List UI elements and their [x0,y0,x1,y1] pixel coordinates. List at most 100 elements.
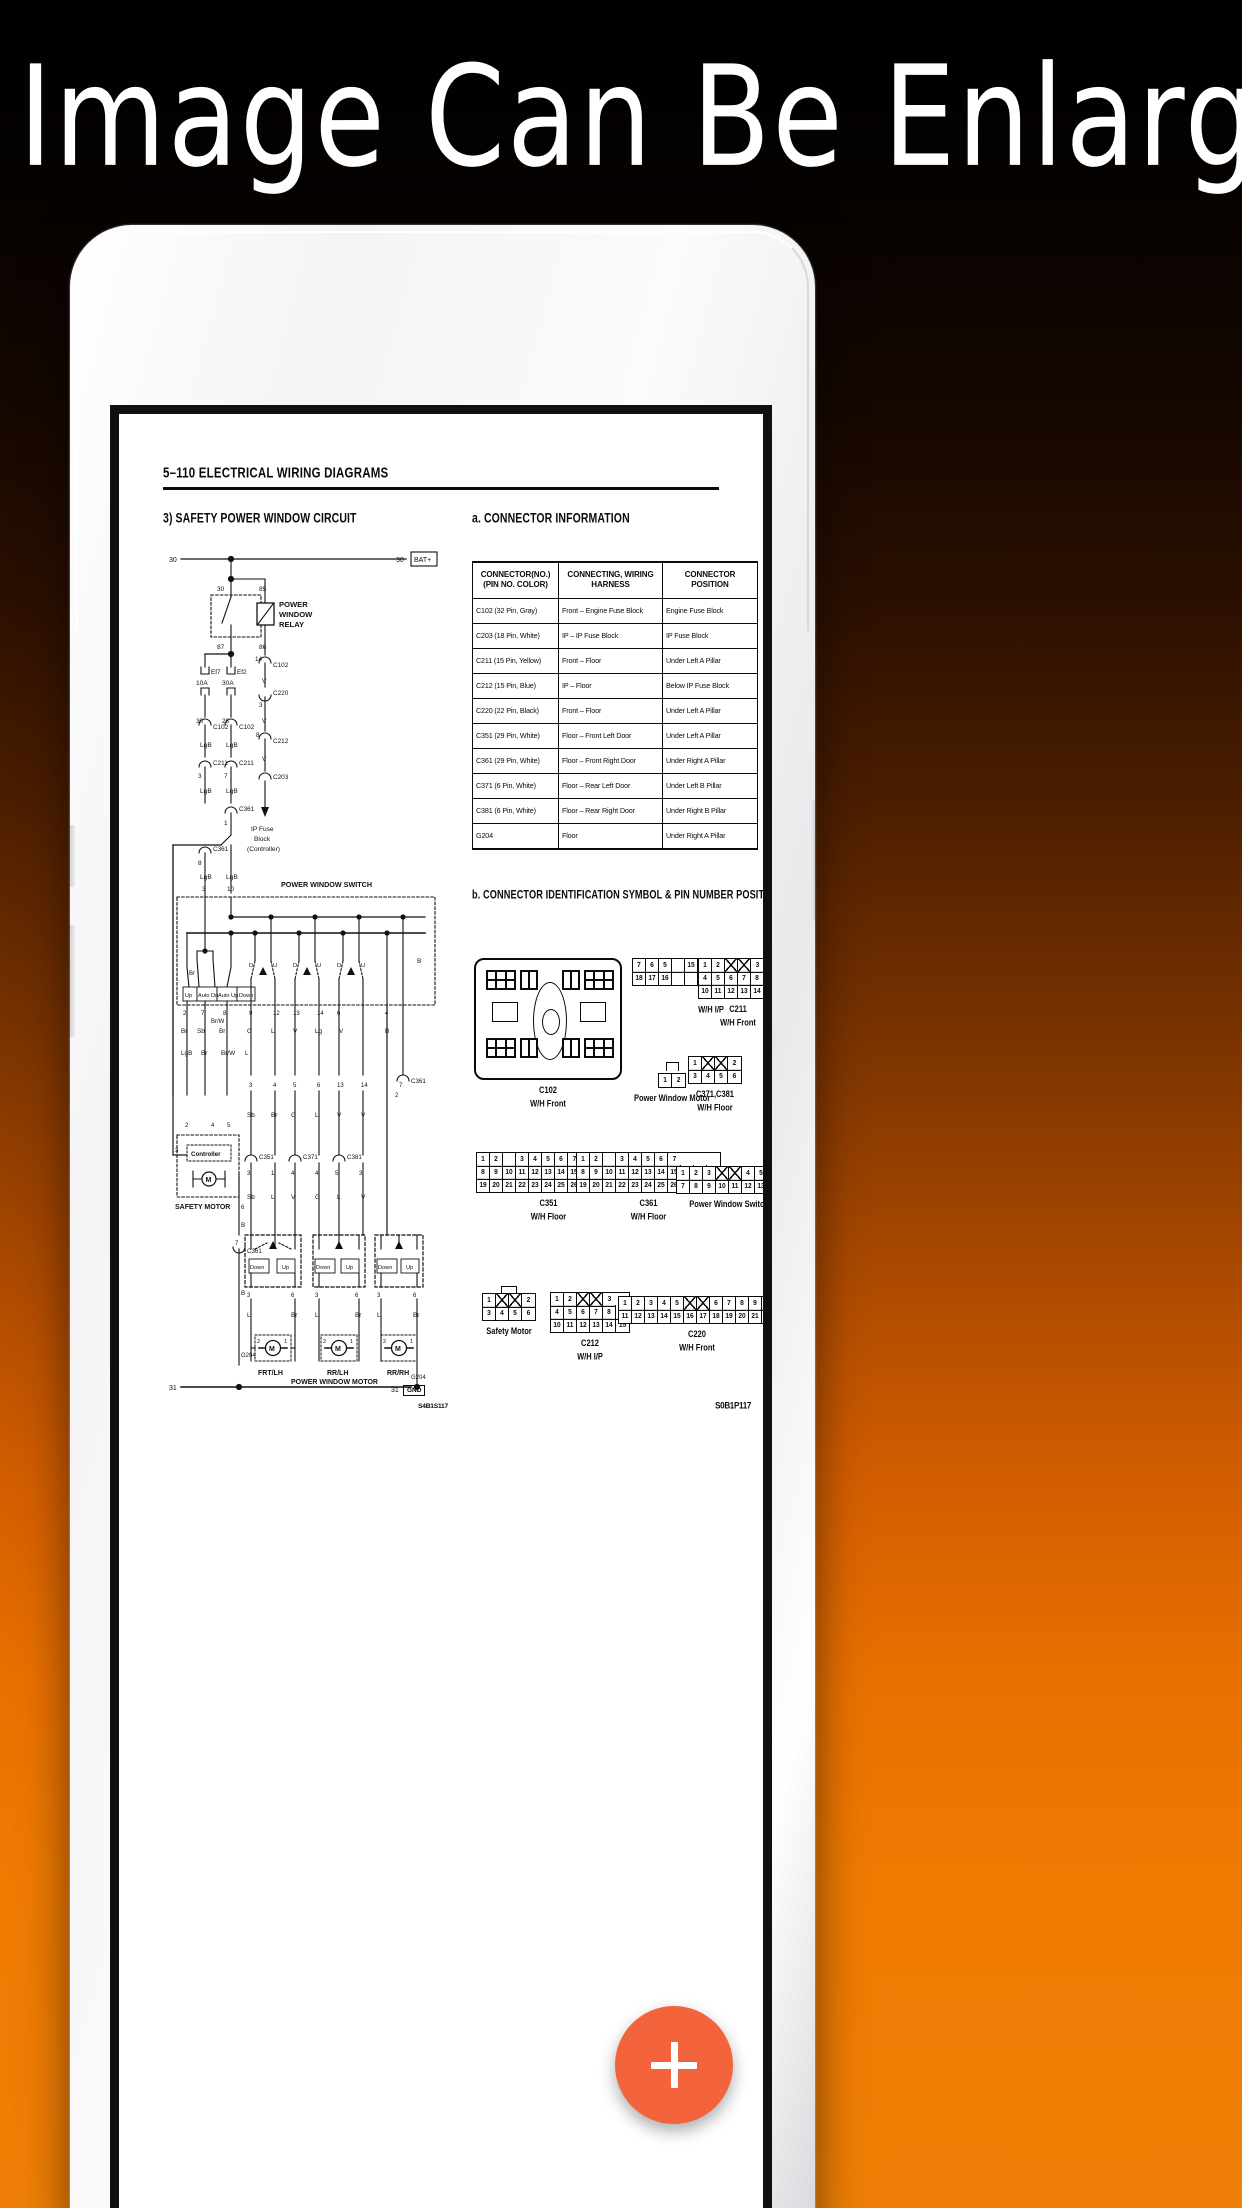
pin-cell: 5 [715,1068,728,1084]
connector-information-table[interactable]: CONNECTOR(NO.) (PIN NO. COLOR) CONNECTIN… [472,560,758,850]
svg-text:M: M [269,1346,275,1353]
connector-symbol-area[interactable]: C102 W/H Front 7651514131243211817161110… [472,944,763,1414]
table-row: C102 (32 Pin, Gray) Front – Engine Fuse B… [472,598,758,625]
svg-text:13: 13 [293,1011,300,1017]
connector-symbol-c102[interactable]: C102 W/H Front [474,957,622,1109]
svg-text:POWER WINDOW MOTOR: POWER WINDOW MOTOR [291,1379,378,1386]
c371c381-harness: W/H Floor [697,1101,733,1113]
svg-text:14: 14 [255,656,263,663]
svg-text:C220: C220 [273,690,289,697]
document-page[interactable]: 5–110 ELECTRICAL WIRING DIAGRAMS 3) SAFE… [119,414,763,2208]
power-button[interactable] [810,800,815,920]
harness-cell: Front – Floor [558,698,663,725]
c102-harness: W/H Front [530,1097,566,1109]
svg-text:Down: Down [316,1265,330,1271]
svg-text:Down: Down [378,1265,392,1271]
svg-text:Block: Block [254,836,271,843]
svg-text:87: 87 [217,644,225,651]
svg-text:Br: Br [201,1050,208,1057]
svg-text:Br/W: Br/W [211,1019,225,1025]
svg-text:RR/RH: RR/RH [387,1370,409,1377]
svg-text:M: M [206,1177,212,1184]
connector-cell: C211 (15 Pin, Yellow) [472,648,559,675]
c102-pin-cluster [520,969,538,990]
svg-text:RR/LH: RR/LH [327,1370,348,1377]
pin-cell: 9 [763,971,772,986]
svg-text:2: 2 [383,1339,386,1345]
pin-cell: 25 [655,1177,668,1193]
volume-up-button[interactable] [70,825,75,887]
svg-text:6: 6 [317,1083,321,1089]
pin-row: 101112131415 [699,983,763,999]
svg-text:V: V [262,756,267,763]
position-cell: Under Left B Pillar [662,773,758,800]
svg-text:Auto Dn: Auto Dn [198,993,218,999]
svg-text:V: V [339,1028,344,1035]
connector-symbol-c211[interactable]: 123456789101112131415 C211 W/H Front [698,957,772,1027]
svg-text:D: D [337,963,341,969]
svg-text:1: 1 [350,1339,353,1345]
harness-cell: IP – Floor [558,673,663,700]
svg-text:3: 3 [359,1171,363,1177]
c102-pin-cluster [486,969,516,990]
svg-text:7: 7 [224,773,228,780]
table-row: C211 (15 Pin, Yellow) Front – Floor Under … [472,648,758,675]
c102-relay-slot [580,1001,606,1022]
pin-cell: 9 [764,971,772,986]
svg-text:Up: Up [282,1265,289,1271]
connector-symbol-c371-c381[interactable]: 123456 C371,C381 W/H Floor [688,1055,742,1113]
harness-cell: IP – IP Fuse Block [558,623,663,650]
pin-cell: 9 [703,1178,716,1194]
svg-text:L: L [247,1312,251,1319]
connector-cell: C220 (22 Pin, Black) [472,698,559,725]
svg-text:Br: Br [271,1112,278,1119]
table-row: C381 (6 Pin, White) Floor – Rear Right Do… [472,798,758,825]
position-cell: Under Left A Pillar [662,723,758,750]
svg-text:Br: Br [413,1312,420,1319]
svg-text:L: L [377,1312,381,1319]
svg-text:V: V [291,1194,296,1201]
pin-cell: 2 [676,1076,681,1085]
svg-text:85: 85 [259,586,267,593]
pin-cell: 1 [659,1073,673,1088]
svg-text:7: 7 [399,1083,403,1089]
pin-cell: 3 [689,1068,702,1084]
pin-cell: 20 [590,1177,603,1193]
svg-text:U: U [361,963,365,969]
pin-cell: 6 [732,1072,737,1081]
svg-text:C361: C361 [239,806,255,813]
pin-cell: 20 [736,1308,749,1324]
svg-text:8: 8 [198,860,202,867]
svg-text:6: 6 [241,1205,245,1211]
svg-text:3: 3 [315,1293,319,1299]
page-footer-code: S0B1P117 [715,1399,751,1411]
c102-name: C102 [539,1083,557,1095]
table-row: C361 (29 Pin, White) Floor – Front Right … [472,748,758,775]
pin-cell: 13 [755,1179,763,1194]
safety-power-window-schematic[interactable]: 30 30 BAT+ 30 85 87 86 POWER WINDOW RELA… [163,535,448,1395]
svg-text:31: 31 [169,1385,177,1392]
harness-cell: Floor – Rear Left Door [558,773,663,800]
svg-text:L: L [337,1194,341,1201]
c371c381-pin-grid: 123456 [688,1055,742,1084]
svg-text:1: 1 [271,1171,275,1177]
svg-text:LgB: LgB [226,742,238,749]
pin-cell: 5 [509,1306,522,1321]
c102-relay-slot [492,1001,518,1022]
pin-cell: 22 [616,1177,629,1193]
connector-symbol-safety-motor[interactable]: 123456 Safety Motor [482,1285,536,1336]
pin-cell: 22 [762,1309,763,1324]
svg-text:Auto Up: Auto Up [218,993,238,999]
svg-text:8: 8 [256,732,260,739]
svg-text:Ef2: Ef2 [237,669,247,676]
svg-text:L: L [245,1050,249,1057]
pin-cell: 20 [490,1177,503,1193]
svg-text:LgB: LgB [226,788,238,795]
connector-symbol-power-window-switch[interactable]: 12345678910111213 14 Power Window Switch [676,1165,763,1209]
svg-text:B: B [241,1290,245,1297]
add-fab-button[interactable] [615,2006,733,2124]
pin-cell: 18 [633,970,646,986]
pin-cell: 16 [659,970,672,986]
volume-down-button[interactable] [70,925,75,1037]
connector-symbol-c220[interactable]: 1 2 3 4 5 6 7 8 9 10 11 12 13 14 15 16 17 18 19 20 21 22 C220… [618,1295,763,1352]
